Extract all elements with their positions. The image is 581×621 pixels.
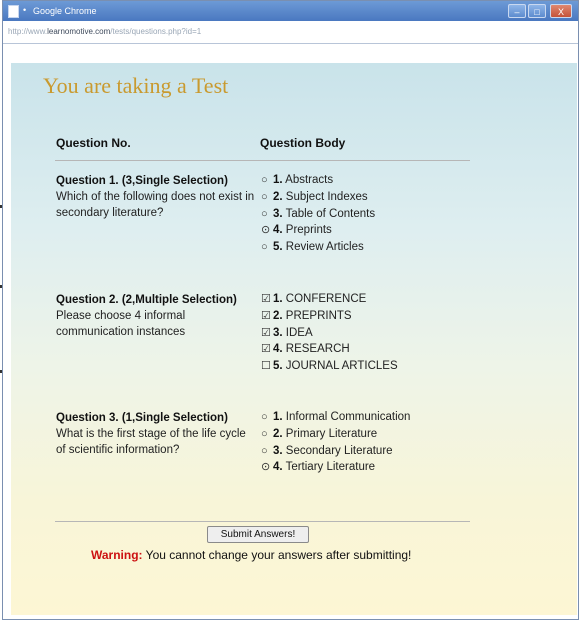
option-number: 1.: [273, 293, 283, 305]
option-number: 1.: [273, 411, 283, 423]
url-prefix: http://www.: [8, 27, 48, 36]
option-label: Primary Literature: [282, 427, 378, 440]
option-label: Subject Indexes: [282, 190, 368, 203]
radio-icon[interactable]: ○: [261, 239, 273, 256]
checkbox-checked-icon[interactable]: ☑: [261, 325, 273, 342]
option-number: 2.: [273, 427, 283, 440]
question-3-options: ○ 1. Informal Communication ○ 2. Primary L…: [261, 409, 410, 476]
address-bar[interactable]: http://www.learnomotive.com/tests/questi…: [3, 21, 578, 44]
option-label: Preprints: [282, 224, 332, 237]
q2-option-1[interactable]: ☑ 1. CONFERENCE: [261, 291, 398, 308]
q3-option-1[interactable]: ○ 1. Informal Communication: [261, 409, 410, 426]
question-2-info: Question 2. (2,Multiple Selection) Pleas…: [56, 292, 256, 340]
q1-option-1[interactable]: ○ 1. Abstracts: [261, 172, 375, 189]
url-path: /tests/questions.php?id=1: [110, 27, 202, 36]
option-number: 3.: [273, 207, 283, 220]
q3-option-2[interactable]: ○ 2. Primary Literature: [261, 426, 410, 443]
option-number: 4.: [273, 343, 283, 356]
q1-option-4[interactable]: ⊙ 4. Preprints: [261, 222, 375, 239]
option-number: 2.: [273, 309, 283, 322]
question-2-text: Please choose 4 informal communication i…: [56, 310, 186, 338]
checkbox-checked-icon[interactable]: ☑: [261, 308, 273, 325]
radio-icon[interactable]: ○: [261, 443, 273, 460]
option-number: 1.: [273, 174, 283, 186]
title-bar: • Google Chrome – □ X: [3, 1, 578, 21]
radio-icon[interactable]: ○: [261, 206, 273, 223]
radio-selected-icon[interactable]: ⊙: [261, 459, 273, 476]
option-number: 3.: [273, 444, 283, 457]
page-title: You are taking a Test: [43, 73, 229, 98]
column-header-question-no: Question No.: [56, 136, 131, 150]
q2-option-5[interactable]: ☐ 5. JOURNAL ARTICLES: [261, 358, 398, 375]
header-divider: [55, 160, 470, 161]
checkbox-icon[interactable]: ☐: [261, 358, 273, 375]
option-label: Review Articles: [282, 241, 364, 254]
option-label: IDEA: [282, 326, 313, 339]
q2-option-2[interactable]: ☑ 2. PREPRINTS: [261, 308, 398, 325]
column-header-question-body: Question Body: [260, 136, 346, 150]
radio-icon[interactable]: ○: [261, 189, 273, 206]
page-icon: [8, 5, 19, 18]
option-label: Table of Contents: [282, 207, 376, 220]
option-label: PREPRINTS: [282, 309, 352, 322]
close-button[interactable]: X: [550, 4, 572, 18]
option-number: 5.: [273, 241, 283, 254]
question-2-header: Question 2. (2,Multiple Selection): [56, 294, 237, 306]
q1-option-5[interactable]: ○ 5. Review Articles: [261, 239, 375, 256]
checkbox-checked-icon[interactable]: ☑: [261, 291, 273, 308]
minimize-button[interactable]: –: [508, 4, 526, 18]
option-number: 4.: [273, 224, 283, 237]
option-label: Tertiary Literature: [282, 461, 376, 474]
maximize-button[interactable]: □: [528, 4, 546, 18]
option-label: Secondary Literature: [282, 444, 393, 457]
question-1-text: Which of the following does not exist in…: [56, 191, 255, 219]
q1-option-3[interactable]: ○ 3. Table of Contents: [261, 206, 375, 223]
title-separator: •: [23, 5, 27, 15]
warning-label: Warning:: [91, 548, 143, 562]
q3-option-3[interactable]: ○ 3. Secondary Literature: [261, 443, 410, 460]
question-1-info: Question 1. (3,Single Selection) Which o…: [56, 173, 256, 221]
option-label: CONFERENCE: [282, 293, 367, 305]
option-number: 5.: [273, 360, 283, 373]
q1-option-2[interactable]: ○ 2. Subject Indexes: [261, 189, 375, 206]
checkbox-checked-icon[interactable]: ☑: [261, 341, 273, 358]
question-1-options: ○ 1. Abstracts ○ 2. Subject Indexes ○ 3. Ta…: [261, 172, 375, 256]
option-number: 4.: [273, 461, 283, 474]
q2-option-4[interactable]: ☑ 4. RESEARCH: [261, 341, 398, 358]
window-title: Google Chrome: [33, 6, 97, 16]
submit-answers-button[interactable]: Submit Answers!: [207, 526, 309, 543]
q3-option-4[interactable]: ⊙ 4. Tertiary Literature: [261, 459, 410, 476]
browser-window: • Google Chrome – □ X http://www.learnom…: [2, 0, 579, 620]
question-3-header: Question 3. (1,Single Selection): [56, 412, 228, 424]
submit-warning: Warning: You cannot change your answers …: [91, 548, 411, 562]
footer-divider: [55, 521, 470, 522]
radio-icon[interactable]: ○: [261, 409, 273, 426]
option-number: 3.: [273, 326, 283, 339]
option-label: JOURNAL ARTICLES: [282, 360, 398, 373]
radio-selected-icon[interactable]: ⊙: [261, 222, 273, 239]
q2-option-3[interactable]: ☑ 3. IDEA: [261, 325, 398, 342]
option-label: Abstracts: [282, 174, 334, 186]
option-label: Informal Communication: [282, 411, 411, 423]
radio-icon[interactable]: ○: [261, 426, 273, 443]
question-1-header: Question 1. (3,Single Selection): [56, 175, 228, 187]
radio-icon[interactable]: ○: [261, 172, 273, 189]
option-label: RESEARCH: [282, 343, 350, 356]
warning-text: You cannot change your answers after sub…: [142, 548, 412, 562]
question-3-info: Question 3. (1,Single Selection) What is…: [56, 410, 256, 458]
url-domain: learnomotive.com: [47, 27, 111, 36]
option-number: 2.: [273, 190, 283, 203]
question-3-text: What is the first stage of the life cycl…: [56, 428, 246, 456]
question-2-options: ☑ 1. CONFERENCE ☑ 2. PREPRINTS ☑ 3. IDEA ☑ 4…: [261, 291, 398, 375]
